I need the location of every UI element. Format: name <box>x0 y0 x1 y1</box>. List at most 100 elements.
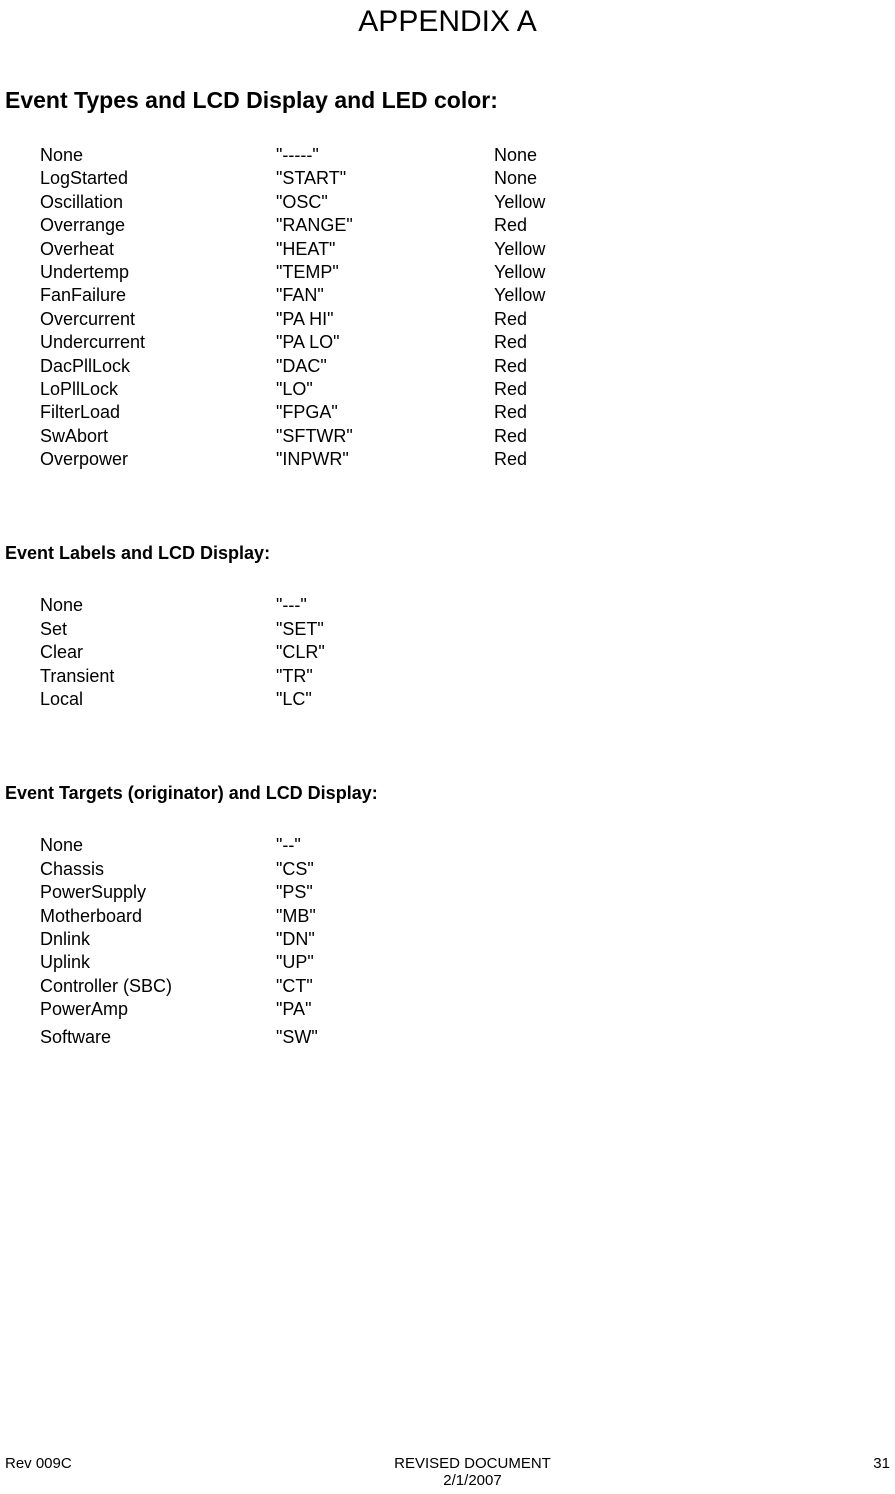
lcd-display: "RANGE" <box>276 214 494 237</box>
led-color: Red <box>494 401 527 424</box>
led-color: Red <box>494 425 527 448</box>
footer-date: 2/1/2007 <box>394 1472 551 1489</box>
table-row: LoPllLock"LO"Red <box>40 378 895 401</box>
event-target: PowerSupply <box>40 881 276 904</box>
led-color: Red <box>494 308 527 331</box>
table-row: DacPllLock"DAC"Red <box>40 355 895 378</box>
table-row: Overrange"RANGE"Red <box>40 214 895 237</box>
led-color: Red <box>494 448 527 471</box>
lcd-display: "SFTWR" <box>276 425 494 448</box>
led-color: None <box>494 167 537 190</box>
event-type: DacPllLock <box>40 355 276 378</box>
lcd-display: "LC" <box>276 688 494 711</box>
lcd-display: "PA" <box>276 998 494 1021</box>
event-type: FanFailure <box>40 284 276 307</box>
table-row: None"--" <box>40 834 895 857</box>
lcd-display: "PS" <box>276 881 494 904</box>
lcd-display: "DAC" <box>276 355 494 378</box>
table-row: Dnlink"DN" <box>40 928 895 951</box>
page-number: 31 <box>873 1455 890 1489</box>
lcd-display: "-----" <box>276 144 494 167</box>
lcd-display: "PA HI" <box>276 308 494 331</box>
footer-rev: Rev 009C <box>5 1455 72 1489</box>
event-target: Chassis <box>40 858 276 881</box>
lcd-display: "---" <box>276 594 494 617</box>
lcd-display: "--" <box>276 834 494 857</box>
table-row: Controller (SBC) "CT" <box>40 975 895 998</box>
table-row: PowerAmp"PA" <box>40 998 895 1021</box>
table-row: Undertemp"TEMP"Yellow <box>40 261 895 284</box>
table-row: Undercurrent"PA LO"Red <box>40 331 895 354</box>
event-target: None <box>40 834 276 857</box>
table-row: Transient"TR" <box>40 665 895 688</box>
lcd-display: "CT" <box>276 975 494 998</box>
lcd-display: "OSC" <box>276 191 494 214</box>
lcd-display: "DN" <box>276 928 494 951</box>
lcd-display: "MB" <box>276 905 494 928</box>
footer-revised: REVISED DOCUMENT <box>394 1455 551 1472</box>
event-label: Set <box>40 618 276 641</box>
event-target: Software <box>40 1026 276 1049</box>
section3-title: Event Targets (originator) and LCD Displ… <box>5 783 895 804</box>
table-row: Overcurrent"PA HI"Red <box>40 308 895 331</box>
lcd-display: "SET" <box>276 618 494 641</box>
led-color: Red <box>494 214 527 237</box>
appendix-title: APPENDIX A <box>0 5 895 39</box>
lcd-display: "FAN" <box>276 284 494 307</box>
led-color: Yellow <box>494 261 545 284</box>
lcd-display: "START" <box>276 167 494 190</box>
lcd-display: "CLR" <box>276 641 494 664</box>
table-row: Software"SW" <box>40 1026 895 1049</box>
table-row: Motherboard"MB" <box>40 905 895 928</box>
table-row: None"---" <box>40 594 895 617</box>
table-row: Oscillation"OSC"Yellow <box>40 191 895 214</box>
event-target: Dnlink <box>40 928 276 951</box>
led-color: Yellow <box>494 238 545 261</box>
lcd-display: "FPGA" <box>276 401 494 424</box>
event-type: LoPllLock <box>40 378 276 401</box>
table-row: FanFailure"FAN"Yellow <box>40 284 895 307</box>
table-row: Uplink"UP" <box>40 951 895 974</box>
event-type: Overcurrent <box>40 308 276 331</box>
table-row: Chassis"CS" <box>40 858 895 881</box>
footer-center: REVISED DOCUMENT 2/1/2007 <box>394 1455 551 1489</box>
table-row: Clear"CLR" <box>40 641 895 664</box>
table-row: LogStarted"START"None <box>40 167 895 190</box>
event-label: Clear <box>40 641 276 664</box>
event-type: Overrange <box>40 214 276 237</box>
table-row: PowerSupply"PS" <box>40 881 895 904</box>
led-color: Red <box>494 331 527 354</box>
event-label: Local <box>40 688 276 711</box>
lcd-display: "CS" <box>276 858 494 881</box>
lcd-display: "SW" <box>276 1026 494 1049</box>
section2-table: None"---" Set"SET" Clear"CLR" Transient"… <box>40 594 895 711</box>
event-type: LogStarted <box>40 167 276 190</box>
lcd-display: "TR" <box>276 665 494 688</box>
footer: Rev 009C REVISED DOCUMENT 2/1/2007 31 <box>0 1455 895 1489</box>
event-target: Uplink <box>40 951 276 974</box>
table-row: SwAbort"SFTWR"Red <box>40 425 895 448</box>
event-target: Motherboard <box>40 905 276 928</box>
lcd-display: "INPWR" <box>276 448 494 471</box>
event-type: Overpower <box>40 448 276 471</box>
lcd-display: "PA LO" <box>276 331 494 354</box>
led-color: None <box>494 144 537 167</box>
section3-table: None"--" Chassis"CS" PowerSupply"PS" Mot… <box>40 834 895 1049</box>
lcd-display: "LO" <box>276 378 494 401</box>
event-type: FilterLoad <box>40 401 276 424</box>
event-target: Controller (SBC) <box>40 975 276 998</box>
event-type: Oscillation <box>40 191 276 214</box>
event-type: Undercurrent <box>40 331 276 354</box>
event-label: None <box>40 594 276 617</box>
table-row: None"-----"None <box>40 144 895 167</box>
table-row: FilterLoad"FPGA"Red <box>40 401 895 424</box>
led-color: Red <box>494 378 527 401</box>
event-label: Transient <box>40 665 276 688</box>
section1-title: Event Types and LCD Display and LED colo… <box>5 87 895 114</box>
lcd-display: "TEMP" <box>276 261 494 284</box>
lcd-display: "HEAT" <box>276 238 494 261</box>
table-row: Overpower"INPWR"Red <box>40 448 895 471</box>
event-type: None <box>40 144 276 167</box>
table-row: Local"LC" <box>40 688 895 711</box>
table-row: Overheat"HEAT"Yellow <box>40 238 895 261</box>
